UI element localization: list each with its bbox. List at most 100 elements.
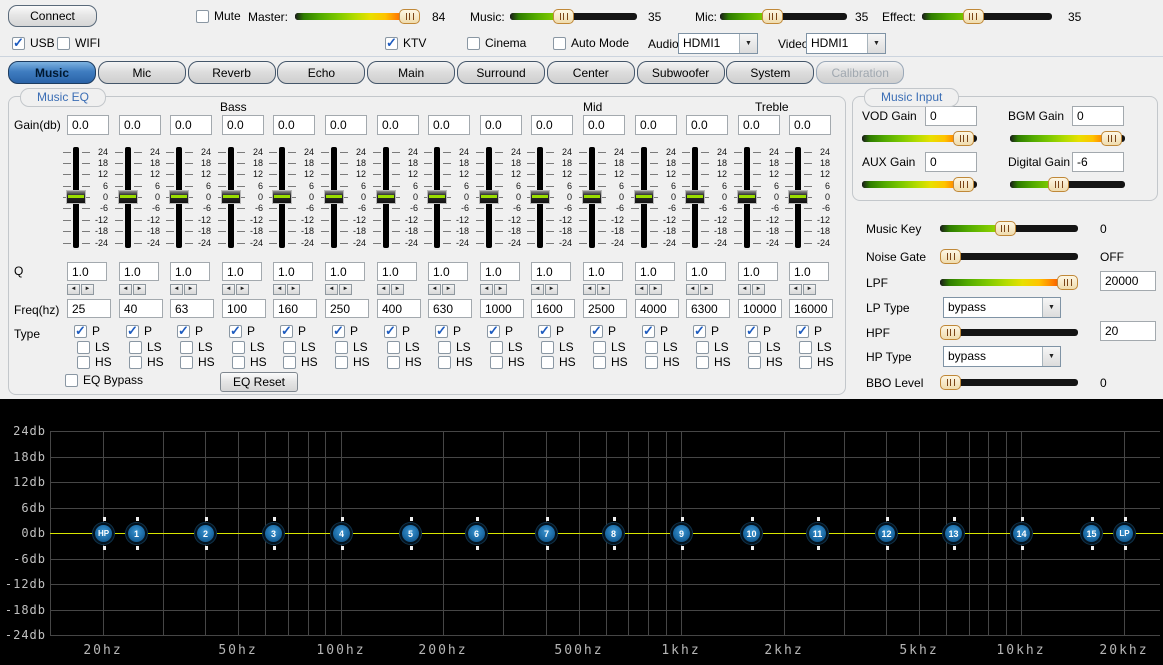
eq-band-2-type-hs[interactable]: HS xyxy=(129,355,164,369)
eq-point-lp[interactable]: LP xyxy=(1114,523,1135,544)
eq-band-1-type-ls-box[interactable] xyxy=(77,341,90,354)
bbo-level-slider-handle[interactable] xyxy=(940,375,961,390)
eq-reset-button[interactable]: EQ Reset xyxy=(220,372,298,392)
music-volume-slider[interactable] xyxy=(510,9,637,24)
eq-band-5-gain-input[interactable] xyxy=(273,115,315,135)
eq-band-5-type-p-box[interactable] xyxy=(280,325,293,338)
eq-point-2[interactable]: 2 xyxy=(195,523,216,544)
eq-band-12-slider-handle[interactable] xyxy=(634,190,654,204)
chevron-down-icon[interactable]: ▼ xyxy=(1042,298,1060,317)
eq-band-7-slider-handle[interactable] xyxy=(376,190,396,204)
eq-band-3-freq-input[interactable] xyxy=(170,299,214,318)
mode-checkbox-auto-mode-box[interactable] xyxy=(553,37,566,50)
eq-band-2-q-decrement[interactable]: ◄ xyxy=(119,284,132,295)
eq-band-12-type-p[interactable]: P xyxy=(642,324,668,338)
effect-volume-slider-track[interactable] xyxy=(922,13,1052,20)
hpf-slider-handle[interactable] xyxy=(940,325,961,340)
eq-band-5-type-hs-box[interactable] xyxy=(283,356,296,369)
bgm-gain-slider-handle[interactable] xyxy=(1101,131,1122,146)
eq-band-2-type-p[interactable]: P xyxy=(126,324,152,338)
eq-band-12-freq-input[interactable] xyxy=(635,299,679,318)
eq-band-10-q-input[interactable] xyxy=(531,262,571,281)
eq-band-8-type-ls[interactable]: LS xyxy=(438,340,471,354)
eq-band-8-slider-handle[interactable] xyxy=(427,190,447,204)
eq-band-10-type-hs-box[interactable] xyxy=(541,356,554,369)
eq-band-13-type-p[interactable]: P xyxy=(693,324,719,338)
eq-band-4-type-p-box[interactable] xyxy=(229,325,242,338)
eq-band-4-type-hs[interactable]: HS xyxy=(232,355,267,369)
mic-volume-slider[interactable] xyxy=(720,9,847,24)
eq-band-13-q-increment[interactable]: ► xyxy=(700,284,713,295)
mode-checkbox-cinema-box[interactable] xyxy=(467,37,480,50)
mode-checkbox-cinema[interactable]: Cinema xyxy=(467,36,526,50)
eq-band-4-type-ls[interactable]: LS xyxy=(232,340,265,354)
eq-band-3-slider-handle[interactable] xyxy=(169,190,189,204)
eq-band-7-type-p[interactable]: P xyxy=(384,324,410,338)
eq-point-5[interactable]: 5 xyxy=(400,523,421,544)
eq-band-2-type-p-box[interactable] xyxy=(126,325,139,338)
eq-band-4-q-increment[interactable]: ► xyxy=(236,284,249,295)
eq-band-10-gain-input[interactable] xyxy=(531,115,573,135)
eq-band-15-q-decrement[interactable]: ◄ xyxy=(789,284,802,295)
eq-band-1-type-ls[interactable]: LS xyxy=(77,340,110,354)
eq-band-2-q-input[interactable] xyxy=(119,262,159,281)
eq-band-3-type-hs[interactable]: HS xyxy=(180,355,215,369)
music-key-slider[interactable] xyxy=(940,221,1078,236)
digital-gain-slider-handle[interactable] xyxy=(1048,177,1069,192)
eq-band-14-type-p[interactable]: P xyxy=(745,324,771,338)
eq-band-9-q-increment[interactable]: ► xyxy=(494,284,507,295)
eq-band-13-gain-input[interactable] xyxy=(686,115,728,135)
eq-point-8[interactable]: 8 xyxy=(603,523,624,544)
eq-band-13-type-ls-box[interactable] xyxy=(696,341,709,354)
eq-point-10[interactable]: 10 xyxy=(741,523,762,544)
tab-center[interactable]: Center xyxy=(547,61,635,84)
eq-point-13[interactable]: 13 xyxy=(943,523,964,544)
tab-music[interactable]: Music xyxy=(8,61,96,84)
vod-gain-input[interactable] xyxy=(925,106,977,126)
eq-band-12-gain-input[interactable] xyxy=(635,115,677,135)
eq-band-15-type-p[interactable]: P xyxy=(796,324,822,338)
hp-type-select[interactable]: bypass▼ xyxy=(943,346,1061,367)
eq-band-6-type-p[interactable]: P xyxy=(332,324,358,338)
eq-band-1-freq-input[interactable] xyxy=(67,299,111,318)
eq-band-2-slider-handle[interactable] xyxy=(118,190,138,204)
eq-band-6-q-increment[interactable]: ► xyxy=(339,284,352,295)
eq-band-11-type-ls-box[interactable] xyxy=(593,341,606,354)
eq-band-15-q-increment[interactable]: ► xyxy=(803,284,816,295)
eq-band-1-q-input[interactable] xyxy=(67,262,107,281)
eq-band-8-q-input[interactable] xyxy=(428,262,468,281)
eq-band-7-gain-input[interactable] xyxy=(377,115,419,135)
audio-output-select[interactable]: HDMI1 ▼ xyxy=(678,33,758,54)
eq-point-6[interactable]: 6 xyxy=(466,523,487,544)
eq-band-15-gain-input[interactable] xyxy=(789,115,831,135)
eq-band-3-q-decrement[interactable]: ◄ xyxy=(170,284,183,295)
eq-band-12-type-p-box[interactable] xyxy=(642,325,655,338)
eq-point-1[interactable]: 1 xyxy=(126,523,147,544)
eq-band-5-type-p[interactable]: P xyxy=(280,324,306,338)
eq-band-11-type-ls[interactable]: LS xyxy=(593,340,626,354)
eq-band-10-freq-input[interactable] xyxy=(531,299,575,318)
eq-band-8-freq-input[interactable] xyxy=(428,299,472,318)
vod-gain-slider[interactable] xyxy=(862,131,977,146)
eq-band-10-q-increment[interactable]: ► xyxy=(545,284,558,295)
eq-band-2-type-ls-box[interactable] xyxy=(129,341,142,354)
eq-band-8-gain-input[interactable] xyxy=(428,115,470,135)
eq-band-1-type-hs-box[interactable] xyxy=(77,356,90,369)
vod-gain-slider-handle[interactable] xyxy=(953,131,974,146)
eq-band-11-freq-input[interactable] xyxy=(583,299,627,318)
eq-band-12-type-ls-box[interactable] xyxy=(645,341,658,354)
eq-band-9-slider-handle[interactable] xyxy=(479,190,499,204)
eq-band-11-type-p-box[interactable] xyxy=(590,325,603,338)
eq-band-3-type-hs-box[interactable] xyxy=(180,356,193,369)
chevron-down-icon[interactable]: ▼ xyxy=(1042,347,1060,366)
eq-band-12-q-decrement[interactable]: ◄ xyxy=(635,284,648,295)
mute-checkbox-box[interactable] xyxy=(196,10,209,23)
eq-band-11-type-hs[interactable]: HS xyxy=(593,355,628,369)
tab-mic[interactable]: Mic xyxy=(98,61,186,84)
noise-gate-slider[interactable] xyxy=(940,249,1078,264)
music-key-slider-handle[interactable] xyxy=(995,221,1016,236)
eq-band-8-type-ls-box[interactable] xyxy=(438,341,451,354)
lpf-slider[interactable] xyxy=(940,275,1078,290)
bbo-level-slider[interactable] xyxy=(940,375,1078,390)
eq-band-12-type-ls[interactable]: LS xyxy=(645,340,678,354)
